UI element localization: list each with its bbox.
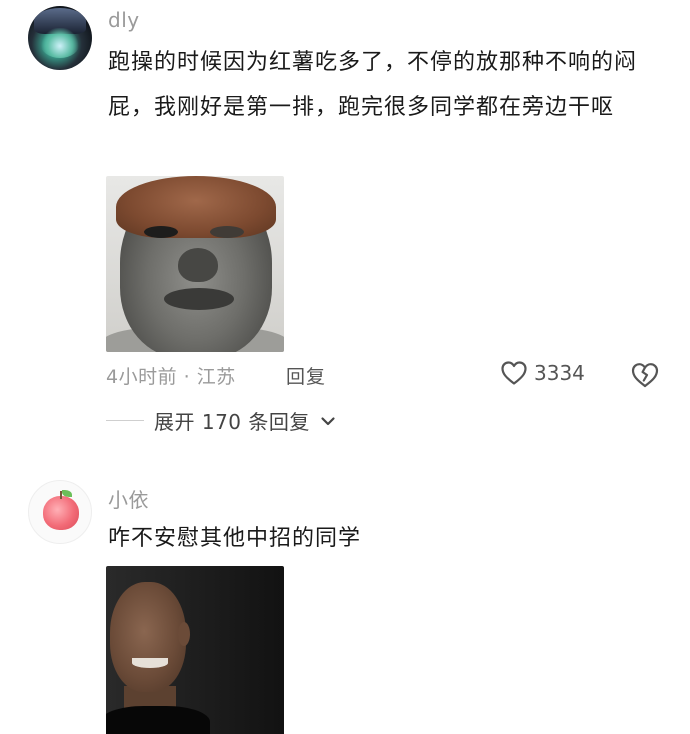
comment-text: 咋不安慰其他中招的同学 bbox=[108, 526, 362, 551]
broken-heart-icon bbox=[631, 363, 659, 388]
image-mouth bbox=[164, 288, 234, 310]
avatar-face bbox=[40, 28, 80, 58]
comment-text: 跑操的时候因为红薯吃多了，不停的放那种不响的闷屁，我刚好是第一排，跑完很多同学都… bbox=[108, 50, 638, 120]
reply-button[interactable]: 回复 bbox=[286, 362, 326, 389]
image-smile bbox=[132, 658, 168, 668]
user-avatar[interactable] bbox=[28, 6, 92, 70]
comment-username[interactable]: 小依 bbox=[108, 484, 149, 513]
expand-replies-label: 展开 170 条回复 bbox=[154, 410, 310, 434]
image-hat bbox=[116, 176, 276, 238]
comment-username[interactable]: dly bbox=[108, 8, 140, 32]
image-sweater bbox=[106, 706, 210, 734]
expand-replies-button[interactable]: 展开 170 条回复 bbox=[106, 406, 336, 435]
comment-thread: dly 跑操的时候因为红薯吃多了，不停的放那种不响的闷屁，我刚好是第一排，跑完很… bbox=[0, 0, 690, 734]
user-avatar[interactable] bbox=[28, 480, 92, 544]
image-eye-left bbox=[144, 226, 178, 238]
image-head bbox=[110, 582, 186, 692]
image-nose bbox=[178, 248, 218, 282]
comment-meme-image[interactable] bbox=[106, 176, 284, 352]
image-eye-right bbox=[210, 226, 244, 238]
image-ear bbox=[178, 622, 190, 646]
comment-photo-image[interactable] bbox=[106, 566, 284, 734]
comment-time-location: 4小时前 · 江苏 bbox=[106, 366, 236, 388]
apple-avatar-icon bbox=[43, 496, 79, 530]
dislike-button[interactable] bbox=[630, 361, 660, 393]
like-button[interactable]: 3334 bbox=[500, 360, 585, 386]
heart-outline-icon bbox=[501, 361, 527, 385]
chevron-down-icon bbox=[321, 416, 335, 425]
like-count: 3334 bbox=[534, 361, 585, 385]
expand-divider-line bbox=[106, 420, 144, 421]
